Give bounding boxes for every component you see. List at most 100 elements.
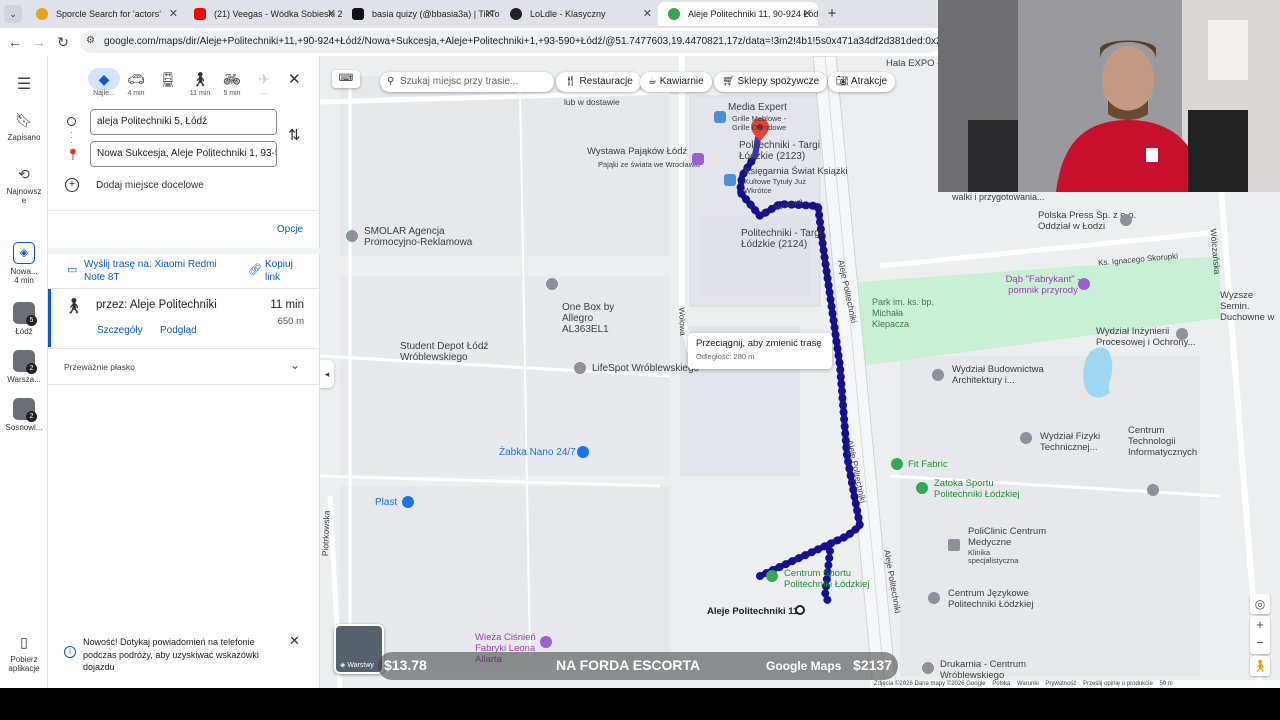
poi-label[interactable]: LifeSpot Wróblewskiego — [592, 363, 699, 374]
poi-label[interactable]: Wystawa Pająków Łódź — [587, 146, 687, 157]
shop-icon[interactable] — [714, 111, 726, 123]
add-destination-button[interactable]: Dodaj miejsce docelowe — [96, 180, 204, 191]
zoom-in-icon[interactable]: + — [1250, 616, 1270, 634]
country-link[interactable]: Polska — [992, 681, 1010, 687]
feedback-link[interactable]: Prześlij opinię o produkcie — [1083, 681, 1153, 687]
chip-cafes[interactable]: ☕︎ Kawiarnie — [640, 72, 712, 92]
gym-icon[interactable] — [891, 458, 903, 470]
poi-label[interactable]: Wydział Fizyki Technicznej... — [1040, 431, 1120, 453]
search-along-route-input[interactable]: ⚲ Szukaj miejsc przy trasie... — [380, 72, 554, 92]
poi-label[interactable]: Centrum Językowe Politechniki Łódzkiej — [948, 588, 1038, 610]
landmark-icon[interactable] — [540, 636, 552, 648]
poi-label[interactable]: PoliClinic Centrum Medyczne — [968, 526, 1058, 548]
shop-icon[interactable] — [402, 496, 414, 508]
place-icon[interactable] — [346, 230, 358, 242]
details-button[interactable]: Szczegóły — [97, 325, 143, 336]
chevron-down-icon[interactable]: ⌄ — [290, 358, 300, 372]
back-icon[interactable]: ← — [6, 33, 24, 51]
recent-place-lodz[interactable]: 5 Łódź — [0, 302, 48, 336]
shop-icon[interactable] — [724, 174, 736, 186]
route-option[interactable]: 🚶︎ przez: Aleje Politechniki 11 min 650 … — [48, 289, 320, 347]
close-tab-icon[interactable]: ✕ — [485, 2, 494, 26]
options-button[interactable]: Opcje — [277, 224, 303, 235]
send-route-button[interactable]: Wyślij trasę na: Xiaomi Redmi Note 8T — [84, 258, 224, 284]
poi-label[interactable]: Zatoka Sportu Politechniki Łódzkiej — [934, 478, 1024, 500]
poi-label[interactable]: One Box by Allegro AL363EL1 — [562, 302, 642, 335]
sport-icon[interactable] — [766, 570, 778, 582]
terms-link[interactable]: Warunki — [1017, 681, 1039, 687]
close-tab-icon[interactable]: ✕ — [169, 2, 178, 26]
forward-icon[interactable]: → — [30, 33, 48, 51]
browser-tab-youtube[interactable]: (21) Veegas - Wódka Sobieski 2 ✕ — [184, 2, 342, 26]
poi-label[interactable]: Centrum Sportu Politechniki Łódzkiej — [784, 568, 874, 590]
chip-attractions[interactable]: 📷︎ Atrakcje — [828, 72, 896, 92]
street-view-pegman-icon[interactable]: 🚶︎ — [1250, 656, 1270, 676]
poi-label[interactable]: Księgarnia Świat Książki — [744, 166, 848, 177]
place-icon[interactable] — [1020, 432, 1032, 444]
poi-label[interactable]: Student Depot Łódź Wróblewskiego — [400, 341, 490, 363]
scale-label[interactable]: 50 m — [1159, 681, 1172, 687]
close-directions-icon[interactable]: ✕ — [288, 70, 301, 88]
poi-label[interactable]: Media Expert — [728, 102, 787, 113]
mode-walk[interactable]: 🚶︎ 11 min — [184, 68, 216, 97]
url-input[interactable]: google.com/maps/dir/Aleje+Politechniki+1… — [80, 31, 940, 53]
browser-tab-sporcle[interactable]: Sporcle Search for 'actors' ✕ — [26, 2, 184, 26]
mode-flight[interactable]: ✈ — — [248, 68, 280, 97]
poi-label[interactable]: Dąb "Fabrykant" - pomnik przyrody — [998, 274, 1088, 296]
mode-best[interactable]: ◆ Najle... — [88, 68, 120, 97]
place-icon[interactable] — [546, 278, 558, 290]
place-icon[interactable] — [922, 662, 934, 674]
poi-label[interactable]: Fit Fabric — [908, 459, 948, 470]
keyboard-icon[interactable]: ⌨ — [332, 70, 360, 88]
collapse-panel-icon[interactable]: ◂ — [320, 360, 334, 388]
menu-icon[interactable]: ☰ — [0, 74, 48, 98]
tab-search-icon[interactable]: ⌄ — [4, 5, 22, 23]
mode-bike[interactable]: 🚲︎ 5 min — [216, 68, 248, 97]
chip-restaurants[interactable]: 🍴︎ Restauracje — [556, 72, 641, 92]
place-icon[interactable] — [1120, 214, 1132, 226]
place-icon[interactable] — [574, 362, 586, 374]
place-icon[interactable] — [932, 369, 944, 381]
new-tab-icon[interactable]: + — [822, 2, 842, 26]
reload-icon[interactable]: ↻ — [54, 33, 72, 51]
place-icon[interactable] — [928, 592, 940, 604]
my-location-icon[interactable]: ◎ — [1250, 594, 1270, 614]
poi-label[interactable]: Centrum Technologii Informatycznych — [1128, 425, 1208, 458]
site-info-icon[interactable]: ⚙ — [86, 35, 95, 46]
origin-input[interactable]: aleja Politechniki 5, Łódź — [90, 109, 277, 135]
park-label[interactable]: Park im. ks. bp. Michała Klepacza — [872, 297, 942, 330]
close-notice-icon[interactable]: ✕ — [289, 633, 300, 649]
poi-label[interactable]: Wydział Budownictwa Architektury i... — [952, 364, 1052, 386]
place-icon[interactable] — [1176, 328, 1188, 340]
recent-button[interactable]: ⟲ Najnowsz e — [0, 166, 48, 205]
bus-stop-label[interactable]: Politechniki - Targi Łódzkie (2124) — [741, 228, 823, 250]
medical-icon[interactable] — [948, 539, 960, 551]
recent-route-item[interactable]: ◈ Nowa... 4 min — [0, 242, 48, 285]
landmark-icon[interactable] — [1078, 278, 1090, 290]
browser-tab-tiktok[interactable]: basia quizy (@bbasia3a) | TikTo ✕ — [342, 2, 500, 26]
close-tab-icon[interactable]: ✕ — [803, 2, 812, 26]
poi-label[interactable]: Drukarnia - Centrum Wróblewskiego — [940, 659, 1040, 681]
poi-label[interactable]: Plast — [375, 497, 397, 508]
zoom-out-icon[interactable]: − — [1250, 634, 1270, 652]
bus-stop-label[interactable]: Politechniki - Targi Łódzkie (2123) — [739, 140, 821, 162]
get-app-button[interactable]: ▯ Pobierz aplikacje — [0, 634, 48, 673]
saved-button[interactable]: 🔖︎ Zapisano — [0, 112, 48, 142]
mode-transit[interactable]: 🚆︎ — [152, 68, 184, 90]
poi-label[interactable]: Żabka Nano 24/7 — [499, 447, 576, 458]
recent-place-warszawa[interactable]: 2 Warsza... — [0, 350, 48, 384]
browser-tab-loldle[interactable]: LoLdle - Klasyczny ✕ — [500, 2, 658, 26]
museum-icon[interactable] — [692, 153, 704, 165]
swap-icon[interactable]: ⇅ — [288, 126, 301, 144]
browser-tab-maps[interactable]: Aleje Politechniki 11, 90-924 Łód ✕ — [658, 2, 818, 26]
sport-icon[interactable] — [916, 482, 928, 494]
shop-icon[interactable] — [577, 446, 589, 458]
layers-button[interactable]: ◈ Warstwy — [334, 624, 384, 674]
recent-place-sosnowiec[interactable]: 2 Sosnowi... — [0, 398, 48, 432]
poi-label[interactable]: Wyższe Semin. Duchowne w — [1220, 290, 1280, 323]
close-tab-icon[interactable]: ✕ — [643, 2, 652, 26]
mode-car[interactable]: 🚗︎ 4 min — [120, 68, 152, 97]
chip-groceries[interactable]: 🛒︎ Sklepy spożywcze — [714, 72, 828, 92]
place-icon[interactable] — [1147, 484, 1159, 496]
privacy-link[interactable]: Prywatność — [1045, 681, 1076, 687]
